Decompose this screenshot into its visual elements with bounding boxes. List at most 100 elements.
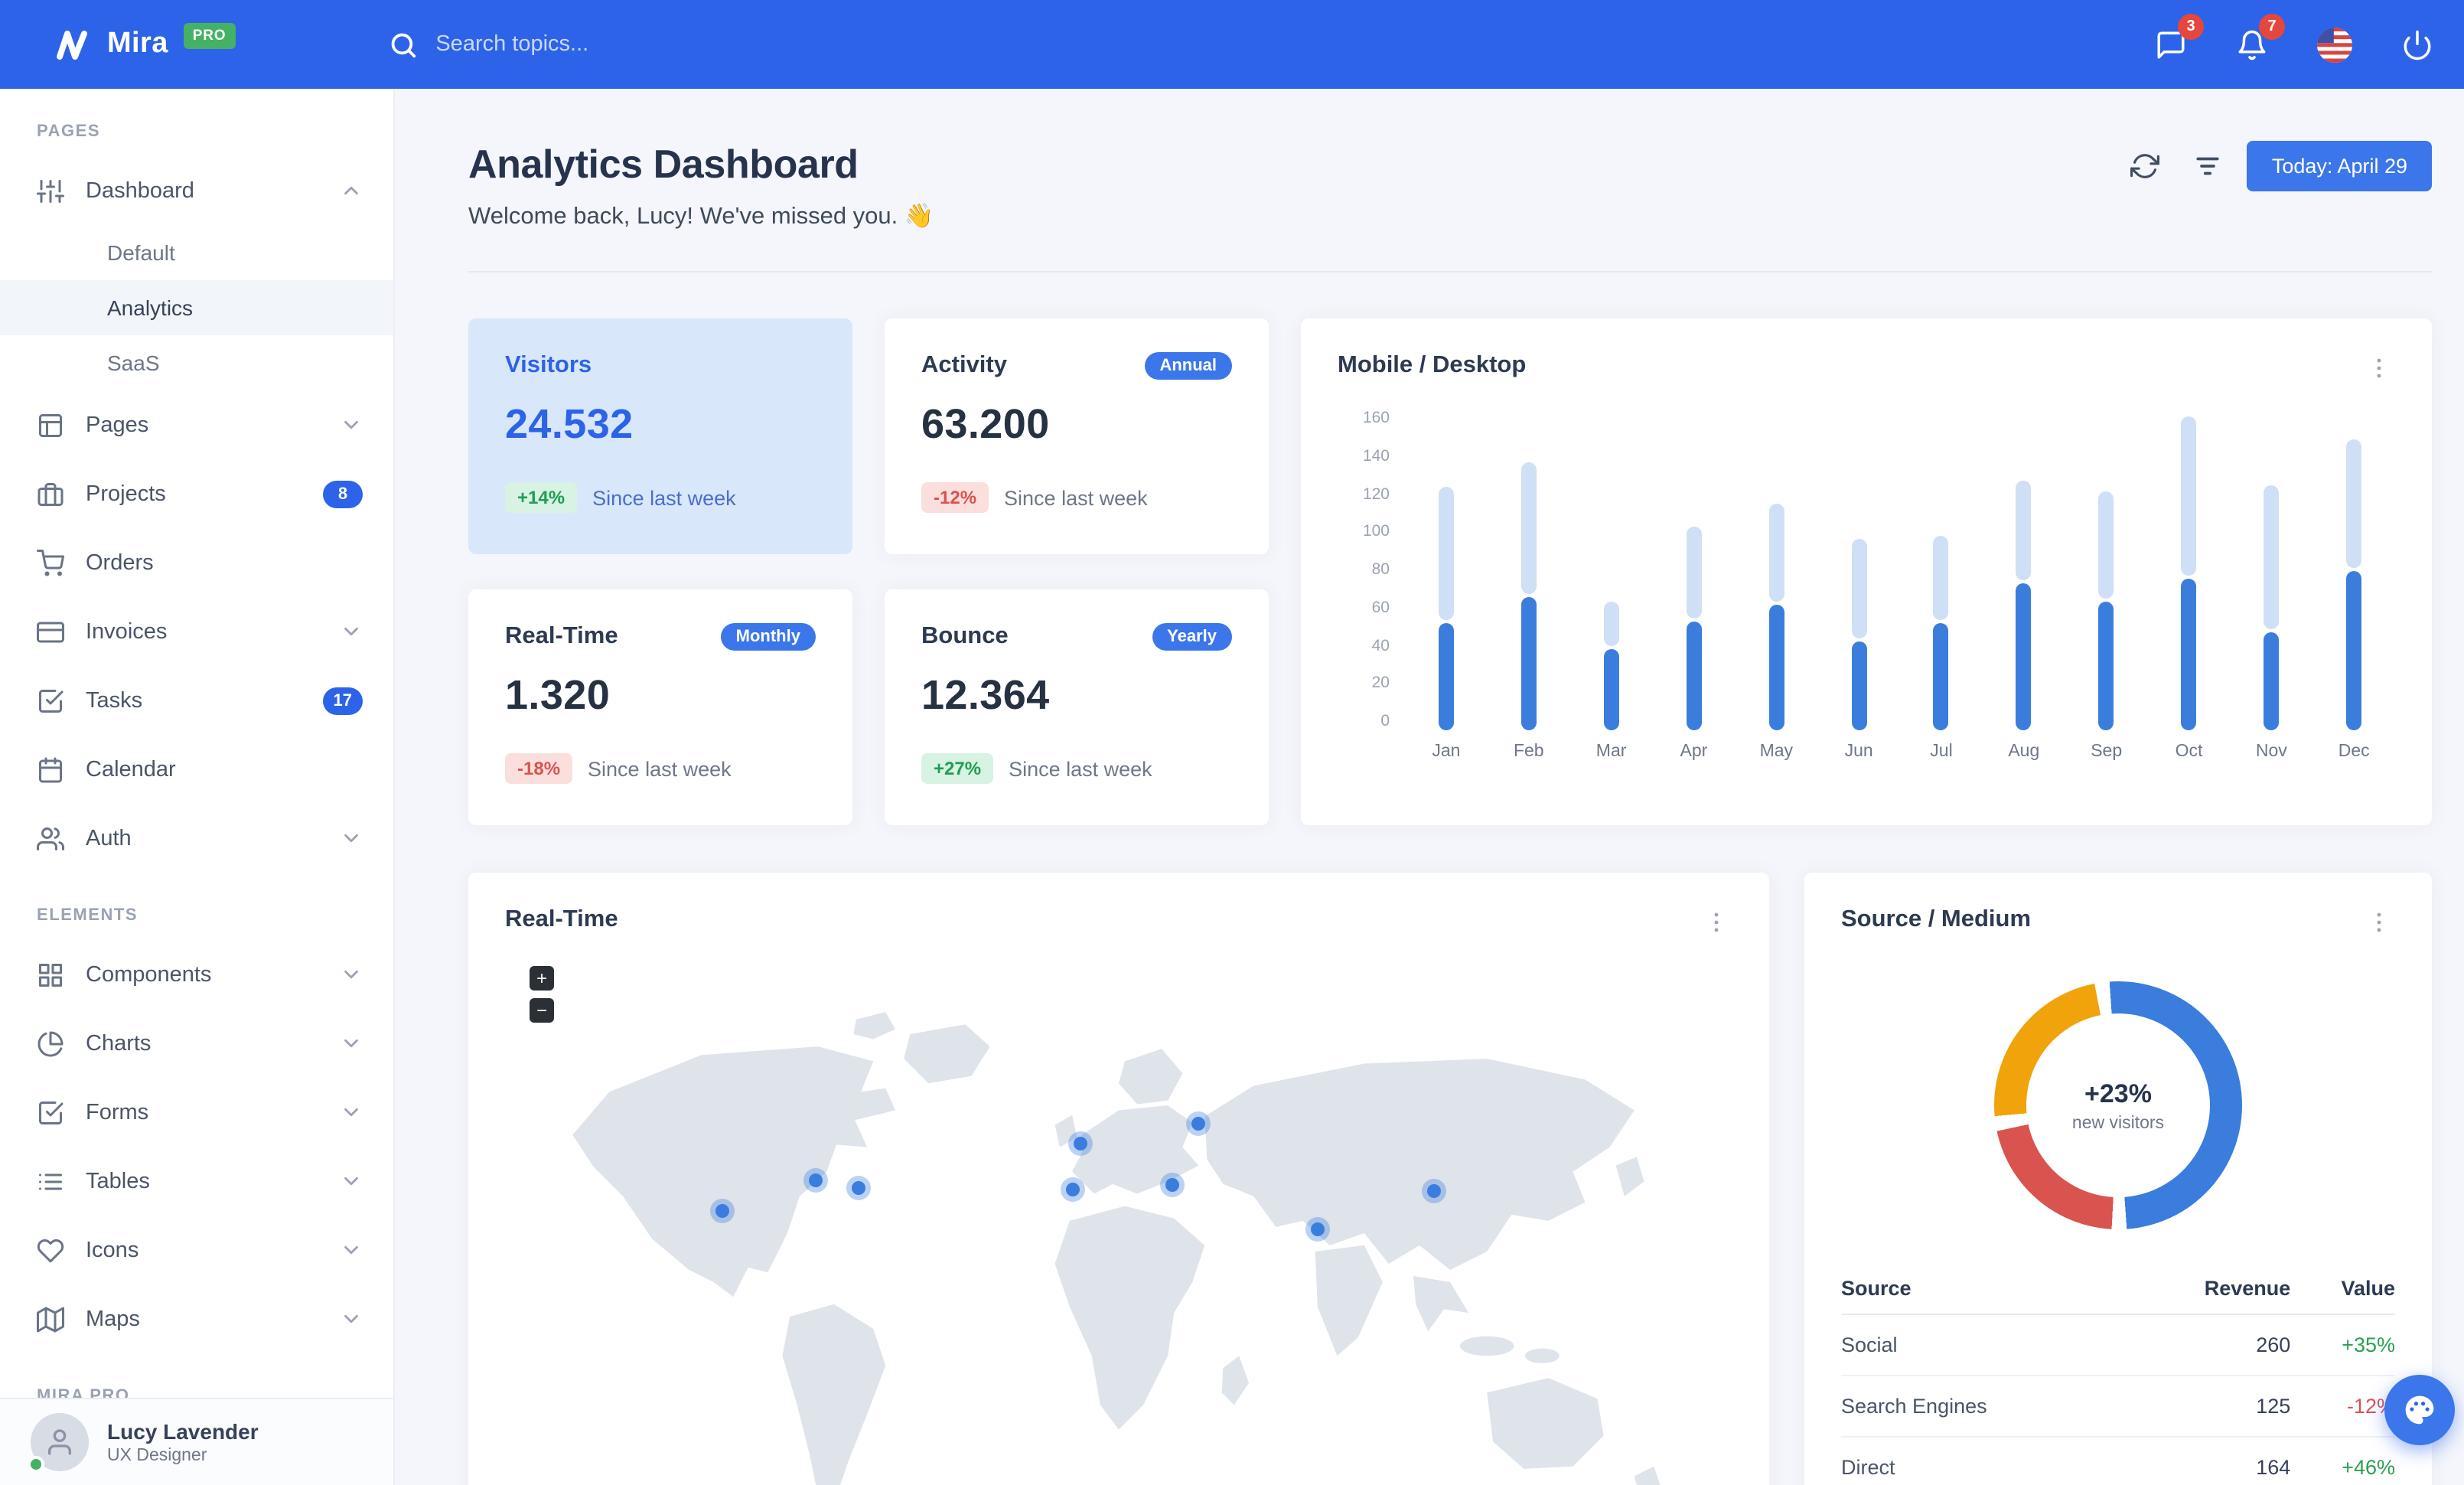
sidebar-item-analytics[interactable]: Analytics bbox=[0, 280, 393, 335]
stat-change-badge: -12% bbox=[921, 482, 989, 513]
stat-card-activity: Activity Annual 63.200 -12% Since last w… bbox=[885, 318, 1269, 554]
x-axis-label: May bbox=[1759, 742, 1794, 761]
source-medium-card: Source / Medium +23% new visitors Source… bbox=[1804, 873, 2432, 1485]
bar-slot bbox=[1570, 409, 1653, 730]
sidebar-item-saas[interactable]: SaaS bbox=[0, 335, 393, 390]
sidebar-item-tasks[interactable]: Tasks 17 bbox=[0, 666, 393, 735]
sign-out-button[interactable] bbox=[2395, 22, 2440, 67]
source-options-button[interactable] bbox=[2363, 906, 2395, 938]
us-flag-icon bbox=[2317, 27, 2352, 62]
stat-note: Since last week bbox=[1004, 486, 1148, 509]
refresh-button[interactable] bbox=[2122, 142, 2169, 190]
sidebar-item-dashboard[interactable]: Dashboard bbox=[0, 156, 393, 225]
chart-options-button[interactable] bbox=[2363, 352, 2395, 384]
mira-logo-icon bbox=[52, 26, 92, 63]
search-input[interactable] bbox=[435, 32, 865, 57]
world-map[interactable]: + − bbox=[505, 948, 1732, 1485]
x-axis-label: Sep bbox=[2091, 742, 2123, 761]
stacked-bar bbox=[1933, 535, 1949, 730]
bar-slot bbox=[1900, 409, 1983, 730]
sidebar-item-invoices[interactable]: Invoices bbox=[0, 597, 393, 666]
sidebar-item-orders[interactable]: Orders bbox=[0, 528, 393, 597]
check-square-icon bbox=[37, 687, 64, 714]
chevron-down-icon bbox=[340, 413, 363, 436]
sidebar-item-calendar[interactable]: Calendar bbox=[0, 735, 393, 804]
sidebar-item-components[interactable]: Components bbox=[0, 940, 393, 1009]
sidebar-item-default[interactable]: Default bbox=[0, 225, 393, 280]
user-profile[interactable]: Lucy Lavender UX Designer bbox=[0, 1398, 393, 1485]
sidebar-item-charts[interactable]: Charts bbox=[0, 1009, 393, 1078]
mobile-segment bbox=[2346, 571, 2362, 730]
y-axis-label: 60 bbox=[1371, 598, 1390, 617]
map-options-button[interactable] bbox=[1700, 906, 1732, 938]
stat-change-badge: -18% bbox=[505, 753, 573, 784]
chart-title: Mobile / Desktop bbox=[1338, 352, 1527, 378]
map-zoom-out-button[interactable]: − bbox=[530, 998, 554, 1023]
x-axis-label: Oct bbox=[2175, 742, 2203, 761]
bar-plot bbox=[1405, 409, 2395, 730]
today-date-button[interactable]: Today: April 29 bbox=[2247, 141, 2432, 191]
brand[interactable]: Mira PRO bbox=[52, 22, 236, 63]
y-axis-label: 80 bbox=[1371, 560, 1390, 579]
stacked-bar bbox=[1851, 539, 1867, 730]
period-badge: Annual bbox=[1144, 352, 1232, 380]
sidebar-subitem-label: Analytics bbox=[107, 295, 194, 320]
stacked-bar bbox=[1768, 503, 1784, 730]
sidebar-item-tables[interactable]: Tables bbox=[0, 1147, 393, 1216]
stat-value: 63.200 bbox=[921, 401, 1050, 447]
y-axis-label: 160 bbox=[1362, 409, 1390, 427]
donut-center-value: +23% bbox=[2084, 1079, 2152, 1108]
mobile-segment bbox=[1686, 621, 1702, 730]
navbar-actions: 3 7 bbox=[2149, 13, 2452, 68]
list-icon bbox=[37, 1167, 64, 1195]
more-vertical-icon bbox=[1703, 909, 1729, 935]
stacked-bar bbox=[2264, 485, 2280, 730]
sidebar-item-auth[interactable]: Auth bbox=[0, 804, 393, 873]
sidebar-item-label: Tasks bbox=[86, 688, 143, 713]
theme-settings-fab[interactable] bbox=[2384, 1375, 2455, 1445]
sidebar-subitem-label: SaaS bbox=[107, 351, 160, 375]
revenue-cell: 164 bbox=[2123, 1437, 2291, 1485]
table-row: Direct 164 +46% bbox=[1841, 1437, 2395, 1485]
online-status-dot bbox=[28, 1456, 44, 1473]
donut-center-label: new visitors bbox=[2071, 1114, 2165, 1132]
bar-slot bbox=[2148, 409, 2231, 730]
sidebar-item-pages[interactable]: Pages bbox=[0, 390, 393, 459]
sidebar-item-projects[interactable]: Projects 8 bbox=[0, 459, 393, 528]
x-axis-label: Jun bbox=[1844, 742, 1873, 761]
filter-icon bbox=[2194, 152, 2223, 181]
sidebar-item-icons[interactable]: Icons bbox=[0, 1216, 393, 1284]
desktop-segment bbox=[1603, 602, 1619, 647]
y-axis-label: 0 bbox=[1380, 712, 1390, 730]
desktop-segment bbox=[1933, 535, 1949, 621]
pie-chart-icon bbox=[37, 1030, 64, 1057]
source-table: Source Revenue Value Social 260 +35% Sea… bbox=[1841, 1263, 2395, 1485]
chevron-down-icon bbox=[340, 1032, 363, 1055]
map-marker bbox=[1066, 1183, 1080, 1197]
mobile-segment bbox=[1438, 623, 1454, 730]
sidebar-item-forms[interactable]: Forms bbox=[0, 1078, 393, 1147]
chevron-down-icon bbox=[340, 1170, 363, 1193]
stat-label: Visitors bbox=[505, 352, 592, 378]
desktop-segment bbox=[1686, 527, 1702, 618]
filter-button[interactable] bbox=[2185, 142, 2232, 190]
y-axis-label: 140 bbox=[1362, 446, 1390, 465]
messages-button[interactable]: 3 bbox=[2149, 13, 2204, 67]
mobile-segment bbox=[2016, 583, 2032, 730]
sidebar-item-maps[interactable]: Maps bbox=[0, 1284, 393, 1353]
chevron-up-icon bbox=[340, 179, 363, 202]
header-divider bbox=[468, 271, 2432, 273]
stat-value: 12.364 bbox=[921, 672, 1050, 718]
y-axis-label: 120 bbox=[1362, 485, 1390, 503]
map-zoom-in-button[interactable]: + bbox=[530, 966, 554, 991]
table-row: Search Engines 125 -12% bbox=[1841, 1376, 2395, 1438]
pro-badge: PRO bbox=[183, 22, 236, 48]
navbar-search[interactable] bbox=[388, 30, 865, 59]
notifications-button[interactable]: 7 bbox=[2230, 13, 2285, 67]
x-axis-label: Jan bbox=[1432, 742, 1461, 761]
stat-label: Bounce bbox=[921, 623, 1009, 649]
revenue-cell: 125 bbox=[2123, 1376, 2291, 1438]
language-button[interactable] bbox=[2311, 21, 2358, 68]
chevron-down-icon bbox=[340, 1239, 363, 1261]
revenue-col-header: Revenue bbox=[2123, 1263, 2291, 1315]
